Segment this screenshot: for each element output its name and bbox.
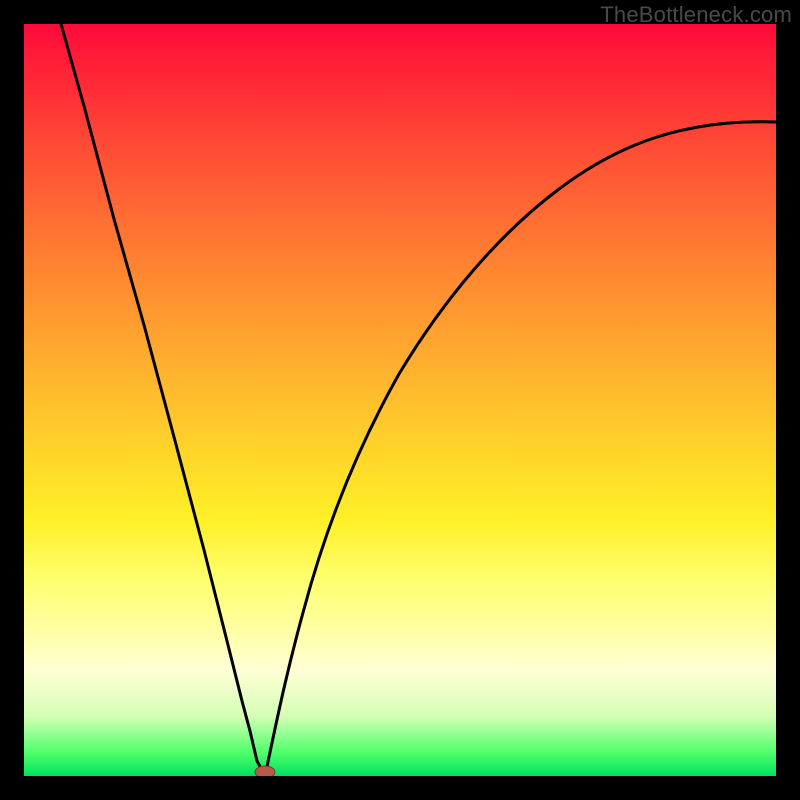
curve-left-branch [61,24,265,776]
bottleneck-curve [24,24,776,776]
plot-area [24,24,776,776]
curve-right-branch [265,122,776,776]
minimum-marker [255,766,275,776]
watermark-text: TheBottleneck.com [600,2,792,28]
chart-frame: TheBottleneck.com [0,0,800,800]
